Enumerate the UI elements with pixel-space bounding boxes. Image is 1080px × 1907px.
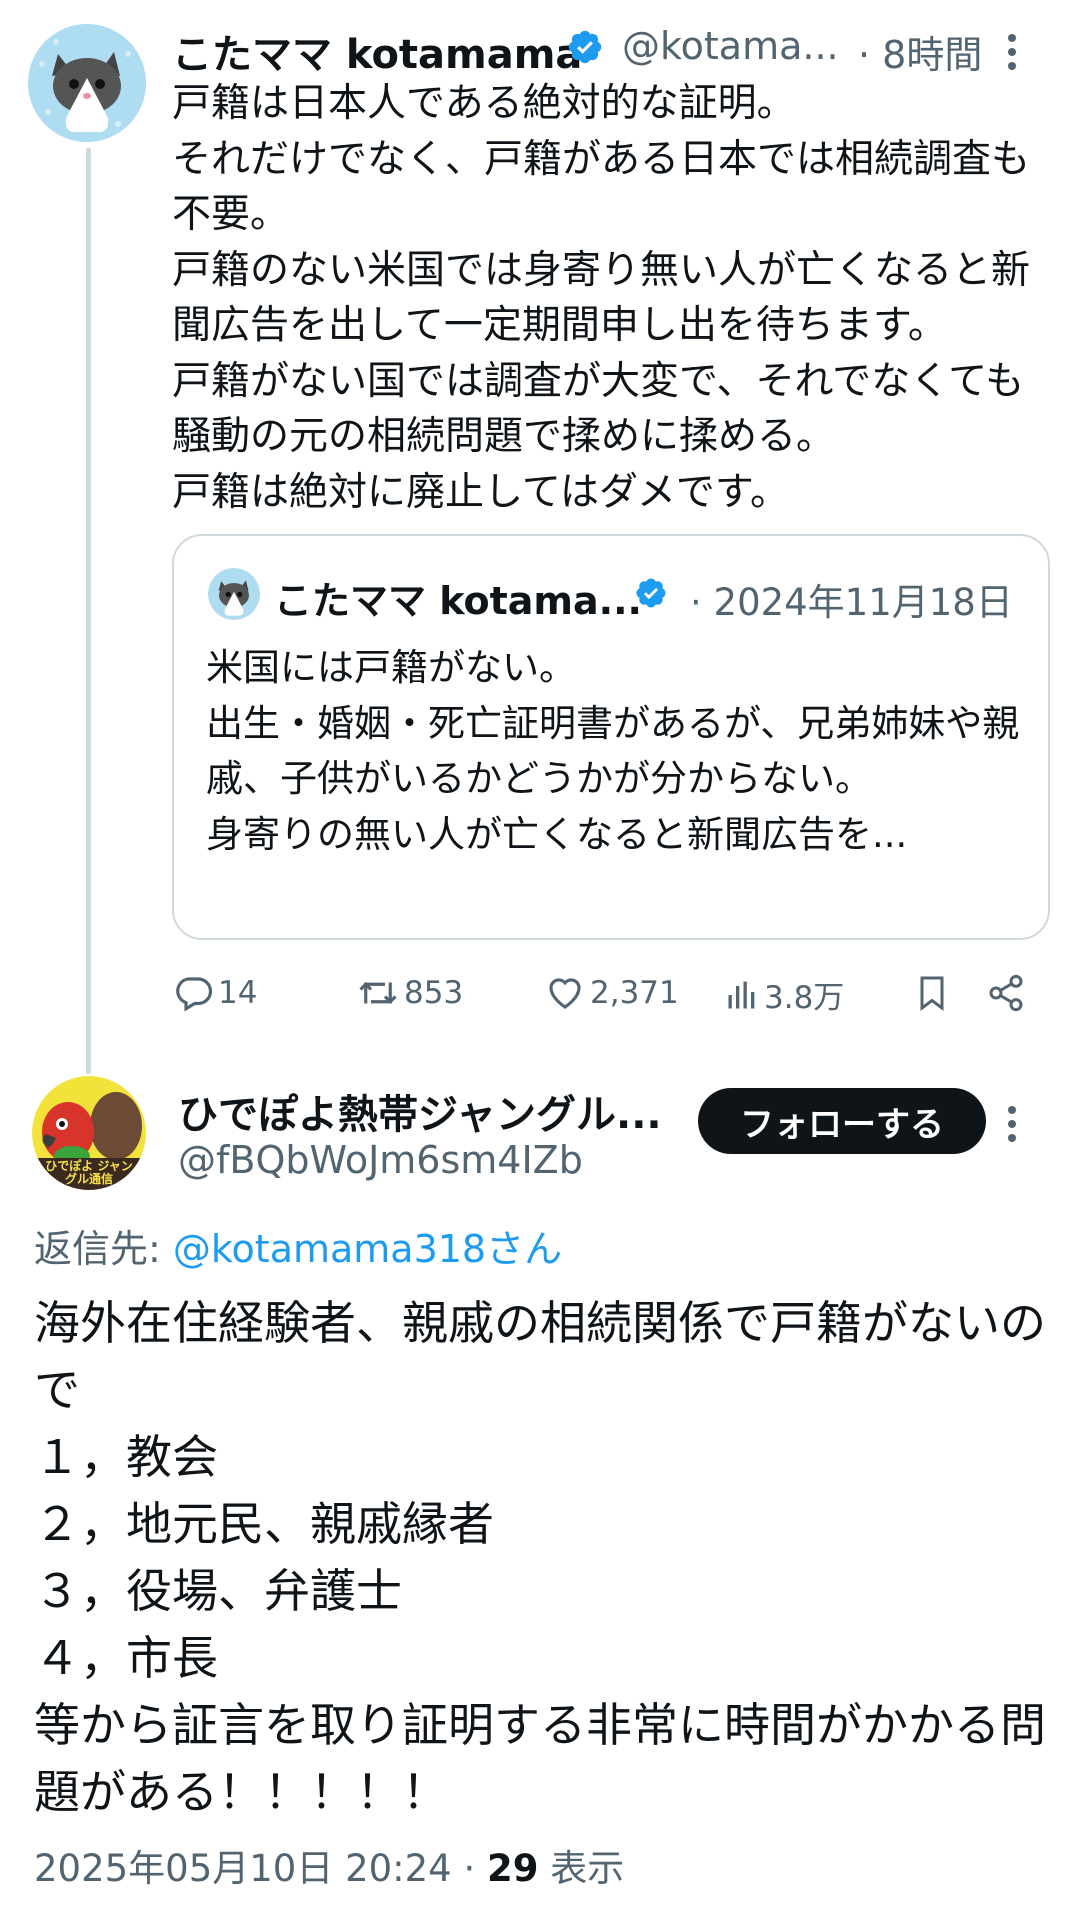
- like-count: 2,371: [590, 975, 679, 1011]
- retweet-button[interactable]: 853: [356, 972, 463, 1014]
- views-count: 3.8万: [764, 980, 845, 1016]
- quoted-author-name: こたママ kotama...: [274, 579, 642, 623]
- quoted-tweet-body: 米国には戸籍がない。 出生・婚姻・死亡証明書があるが、兄弟姉妹や親戚、子供がいる…: [206, 646, 1020, 856]
- reply-to-prefix: 返信先:: [34, 1227, 173, 1271]
- tweet-body: 戸籍は日本人である絶対的な証明。 それだけでなく、戸籍がある日本では相続調査も不…: [172, 81, 1031, 515]
- reply-author-name[interactable]: ひでぽよ熱帯ジャングル...: [178, 1082, 662, 1140]
- retweet-icon: [359, 982, 397, 1004]
- quoted-tweet-date: · 2024年11月18日: [690, 581, 1013, 624]
- reply-avatar-caption: ひでぽよ ジャングル通信: [45, 1159, 133, 1186]
- author-avatar[interactable]: [28, 24, 146, 142]
- reply-count: 14: [218, 975, 258, 1011]
- reply-views-label: 表示: [538, 1847, 625, 1890]
- like-icon: [549, 978, 581, 1009]
- reply-timestamp[interactable]: 2025年05月10日 20:24 ·: [34, 1847, 487, 1890]
- views-button[interactable]: 3.8万: [724, 972, 844, 1017]
- quoted-tweet-card[interactable]: こたママ kotama... · 2024年11月18日 米国には戸籍がない。 …: [172, 534, 1050, 940]
- tweet-time[interactable]: · 8時間: [858, 24, 982, 79]
- reply-body: 海外在住経験者、親戚の相続関係で戸籍がないので １，教会 ２，地元民、親戚縁者 …: [34, 1296, 1046, 1819]
- bookmark-button[interactable]: [912, 972, 952, 1014]
- reply-views-count: 29: [487, 1847, 539, 1890]
- more-icon[interactable]: [1008, 1106, 1016, 1148]
- share-icon: [989, 974, 1023, 1012]
- author-handle[interactable]: @kotama...: [622, 24, 839, 68]
- quoted-author-avatar: [208, 568, 260, 620]
- views-icon: [728, 981, 755, 1008]
- reply-button[interactable]: 14: [172, 972, 257, 1014]
- verified-badge-icon: [634, 576, 668, 614]
- share-button[interactable]: [986, 972, 1026, 1014]
- follow-button[interactable]: フォローする: [698, 1088, 986, 1154]
- reply-author-avatar[interactable]: ひでぽよ ジャングル通信: [32, 1076, 146, 1190]
- reply-author-handle[interactable]: @fBQbWoJm6sm4IZb: [178, 1138, 583, 1182]
- thread-connector-line: [86, 148, 91, 1074]
- like-button[interactable]: 2,371: [544, 972, 679, 1014]
- reply-meta: 2025年05月10日 20:24 · 29 表示: [34, 1838, 624, 1892]
- more-icon[interactable]: [1008, 34, 1016, 76]
- reply-icon: [176, 977, 213, 1012]
- reply-to-handle-link[interactable]: @kotamama318さん: [173, 1227, 562, 1271]
- bookmark-icon: [920, 976, 944, 1011]
- author-name[interactable]: こたママ kotamama: [172, 22, 582, 80]
- reply-to-line: 返信先: @kotamama318さん: [34, 1218, 562, 1273]
- verified-badge-icon: [566, 28, 604, 70]
- retweet-count: 853: [404, 975, 464, 1011]
